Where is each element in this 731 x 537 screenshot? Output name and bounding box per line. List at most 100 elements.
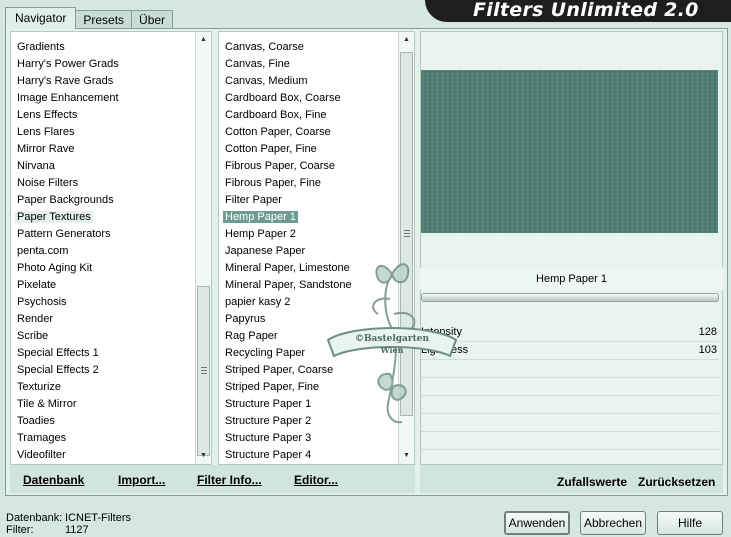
cancel-button[interactable]: Abbrechen [580,511,646,535]
filter-list[interactable]: Canvas, Coarse Canvas, Fine Canvas, Medium… [218,31,415,465]
filter-scroll-thumb[interactable] [400,52,413,416]
list-item[interactable]: Tile & Mirror [11,396,195,413]
scroll-down-arrow-icon[interactable]: ▼ [399,448,414,464]
list-item[interactable]: Canvas, Medium [219,73,398,90]
list-item[interactable]: Paper Textures [11,209,195,226]
scroll-up-arrow-icon[interactable]: ▲ [399,32,414,48]
list-item[interactable]: Structure Paper 2 [219,413,398,430]
list-item-label: Striped Paper, Fine [225,381,320,393]
list-item[interactable]: Special Effects 2 [11,362,195,379]
list-item-label: Structure Paper 2 [225,415,312,427]
list-item-label: Fibrous Paper, Coarse [225,160,336,172]
list-item[interactable]: Pattern Generators [11,226,195,243]
list-item[interactable]: Scribe [11,328,195,345]
list-item[interactable]: Papyrus [219,311,398,328]
list-item-label: penta.com [17,245,69,257]
list-item[interactable]: Toadies [11,413,195,430]
list-item-label: Videofilter [17,449,66,461]
list-item[interactable]: Structure Paper 1 [219,396,398,413]
list-item[interactable]: Canvas, Fine [219,56,398,73]
list-item[interactable]: Striped Paper, Coarse [219,362,398,379]
list-item[interactable]: Cotton Paper, Fine [219,141,398,158]
category-scrollbar[interactable]: ▲ ▼ [195,32,211,464]
list-item[interactable]: Cotton Paper, Coarse [219,124,398,141]
list-item-label: Structure Paper 1 [225,398,312,410]
param-label: Intensity [421,326,462,338]
category-scroll-thumb[interactable] [197,286,210,456]
list-item[interactable]: Videofilter [11,447,195,464]
import-button[interactable]: Import... [118,473,165,487]
list-item-label: Pattern Generators [17,228,111,240]
list-item[interactable]: Tramages [11,430,195,447]
list-item-label: Canvas, Coarse [225,41,304,53]
list-item-label: Tramages [17,432,67,444]
category-list[interactable]: Gradients Harry's Power Grads Harry's Rave… [10,31,212,465]
database-button[interactable]: Datenbank [23,473,84,487]
list-item[interactable]: Striped Paper, Fine [219,379,398,396]
random-values-button[interactable]: Zufallswerte [557,475,627,489]
filter-list-items: Canvas, Coarse Canvas, Fine Canvas, Medium… [219,39,398,464]
apply-button[interactable]: Anwenden [504,511,570,535]
grip-icon [404,230,410,238]
list-item[interactable]: Photo Aging Kit [11,260,195,277]
help-button[interactable]: Hilfe [657,511,723,535]
list-item[interactable]: Structure Paper 4 [219,447,398,464]
tab-navigator[interactable]: Navigator [5,7,77,29]
list-item[interactable]: Special Effects 1 [11,345,195,362]
list-item[interactable]: Pixelate [11,277,195,294]
list-item[interactable]: Cardboard Box, Coarse [219,90,398,107]
list-item[interactable]: Harry's Power Grads [11,56,195,73]
param-lightness[interactable]: Lightness 103 [421,342,719,358]
list-item[interactable]: Nirvana [11,158,195,175]
list-item[interactable]: Gradients [11,39,195,56]
list-item[interactable]: Noise Filters [11,175,195,192]
list-item[interactable]: Japanese Paper [219,243,398,260]
list-item-label: Structure Paper 3 [225,432,312,444]
param-divider [421,431,719,432]
list-item[interactable]: Image Enhancement [11,90,195,107]
preview-slider[interactable] [421,293,719,302]
tab-presets[interactable]: Presets [75,10,133,29]
filter-info-button[interactable]: Filter Info... [197,473,262,487]
scroll-up-arrow-icon[interactable]: ▲ [196,32,211,48]
editor-button[interactable]: Editor... [294,473,338,487]
filter-scrollbar[interactable]: ▲ ▼ [398,32,414,464]
list-item[interactable]: Fibrous Paper, Fine [219,175,398,192]
list-item[interactable]: Texturize [11,379,195,396]
list-item[interactable]: Mineral Paper, Limestone [219,260,398,277]
tab-uber[interactable]: Über [131,10,174,29]
grip-icon [201,367,207,375]
list-item-label: Pixelate [17,279,57,291]
list-item[interactable]: Cardboard Box, Fine [219,107,398,124]
list-item[interactable]: Lens Effects [11,107,195,124]
selected-filter-name: Hemp Paper 1 [420,268,723,290]
list-item[interactable]: penta.com [11,243,195,260]
list-item[interactable]: Recycling Paper [219,345,398,362]
list-item[interactable]: Fibrous Paper, Coarse [219,158,398,175]
app-title: Filters Unlimited 2.0 [473,0,699,21]
list-item[interactable]: Filter Paper [219,192,398,209]
list-item[interactable]: Hemp Paper 2 [219,226,398,243]
list-item[interactable]: Paper Backgrounds [11,192,195,209]
list-item-label: Hemp Paper 1 [223,211,298,223]
reset-button[interactable]: Zurücksetzen [638,475,715,489]
tab-bar: Navigator Presets Über [5,7,174,29]
list-item[interactable]: Hemp Paper 1 [219,209,398,226]
list-item[interactable]: Mineral Paper, Sandstone [219,277,398,294]
list-item[interactable]: Render [11,311,195,328]
list-item[interactable]: Rag Paper [219,328,398,345]
list-item-label: Cotton Paper, Fine [225,143,317,155]
list-item-label: Harry's Power Grads [17,58,119,70]
list-item[interactable]: Harry's Rave Grads [11,73,195,90]
list-item-label: Special Effects 2 [17,364,99,376]
param-intensity[interactable]: Intensity 128 [421,324,719,340]
list-item-label: papier kasy 2 [225,296,291,308]
list-item[interactable]: Psychosis [11,294,195,311]
list-item[interactable]: Mirror Rave [11,141,195,158]
list-item[interactable]: Structure Paper 3 [219,430,398,447]
list-item[interactable]: papier kasy 2 [219,294,398,311]
list-item-label: Harry's Rave Grads [17,75,114,87]
list-item[interactable]: Lens Flares [11,124,195,141]
list-item[interactable]: Canvas, Coarse [219,39,398,56]
scroll-down-arrow-icon[interactable]: ▼ [196,448,211,464]
